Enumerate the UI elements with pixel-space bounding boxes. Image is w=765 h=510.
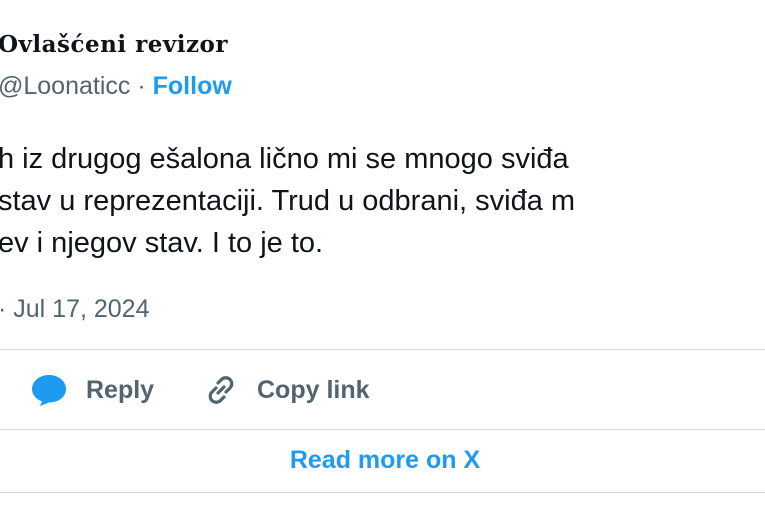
divider (0, 492, 765, 493)
tweet-text-line: stav u reprezentaciji. Trud u odbrani, s… (0, 185, 576, 217)
divider (0, 429, 765, 430)
handle-separator: · (137, 72, 146, 100)
reply-label: Reply (86, 375, 155, 404)
author-display-name[interactable]: Ovlašćeni revizor (0, 31, 228, 58)
tweet-timestamp[interactable]: · Jul 17, 2024 (0, 295, 150, 324)
author-handle-line: @Loonaticc · Follow (0, 72, 232, 101)
author-handle[interactable]: @Loonaticc (0, 72, 130, 100)
divider (0, 349, 765, 350)
copy-link-button[interactable]: Copy link (203, 364, 370, 416)
action-bar: Reply Copy link (0, 364, 765, 416)
follow-button[interactable]: Follow (153, 72, 232, 100)
speech-bubble-icon (30, 373, 68, 407)
link-icon (203, 372, 239, 408)
tweet-text: h iz drugog ešalona lično mi se mnogo sv… (0, 138, 765, 264)
tweet-text-line: ev i njegov stav. I to je to. (0, 227, 324, 259)
tweet-text-line: h iz drugog ešalona lično mi se mnogo sv… (0, 143, 569, 175)
reply-button[interactable]: Reply (30, 364, 154, 416)
read-more-link[interactable]: Read more on X (0, 436, 765, 484)
copy-link-label: Copy link (257, 375, 370, 404)
